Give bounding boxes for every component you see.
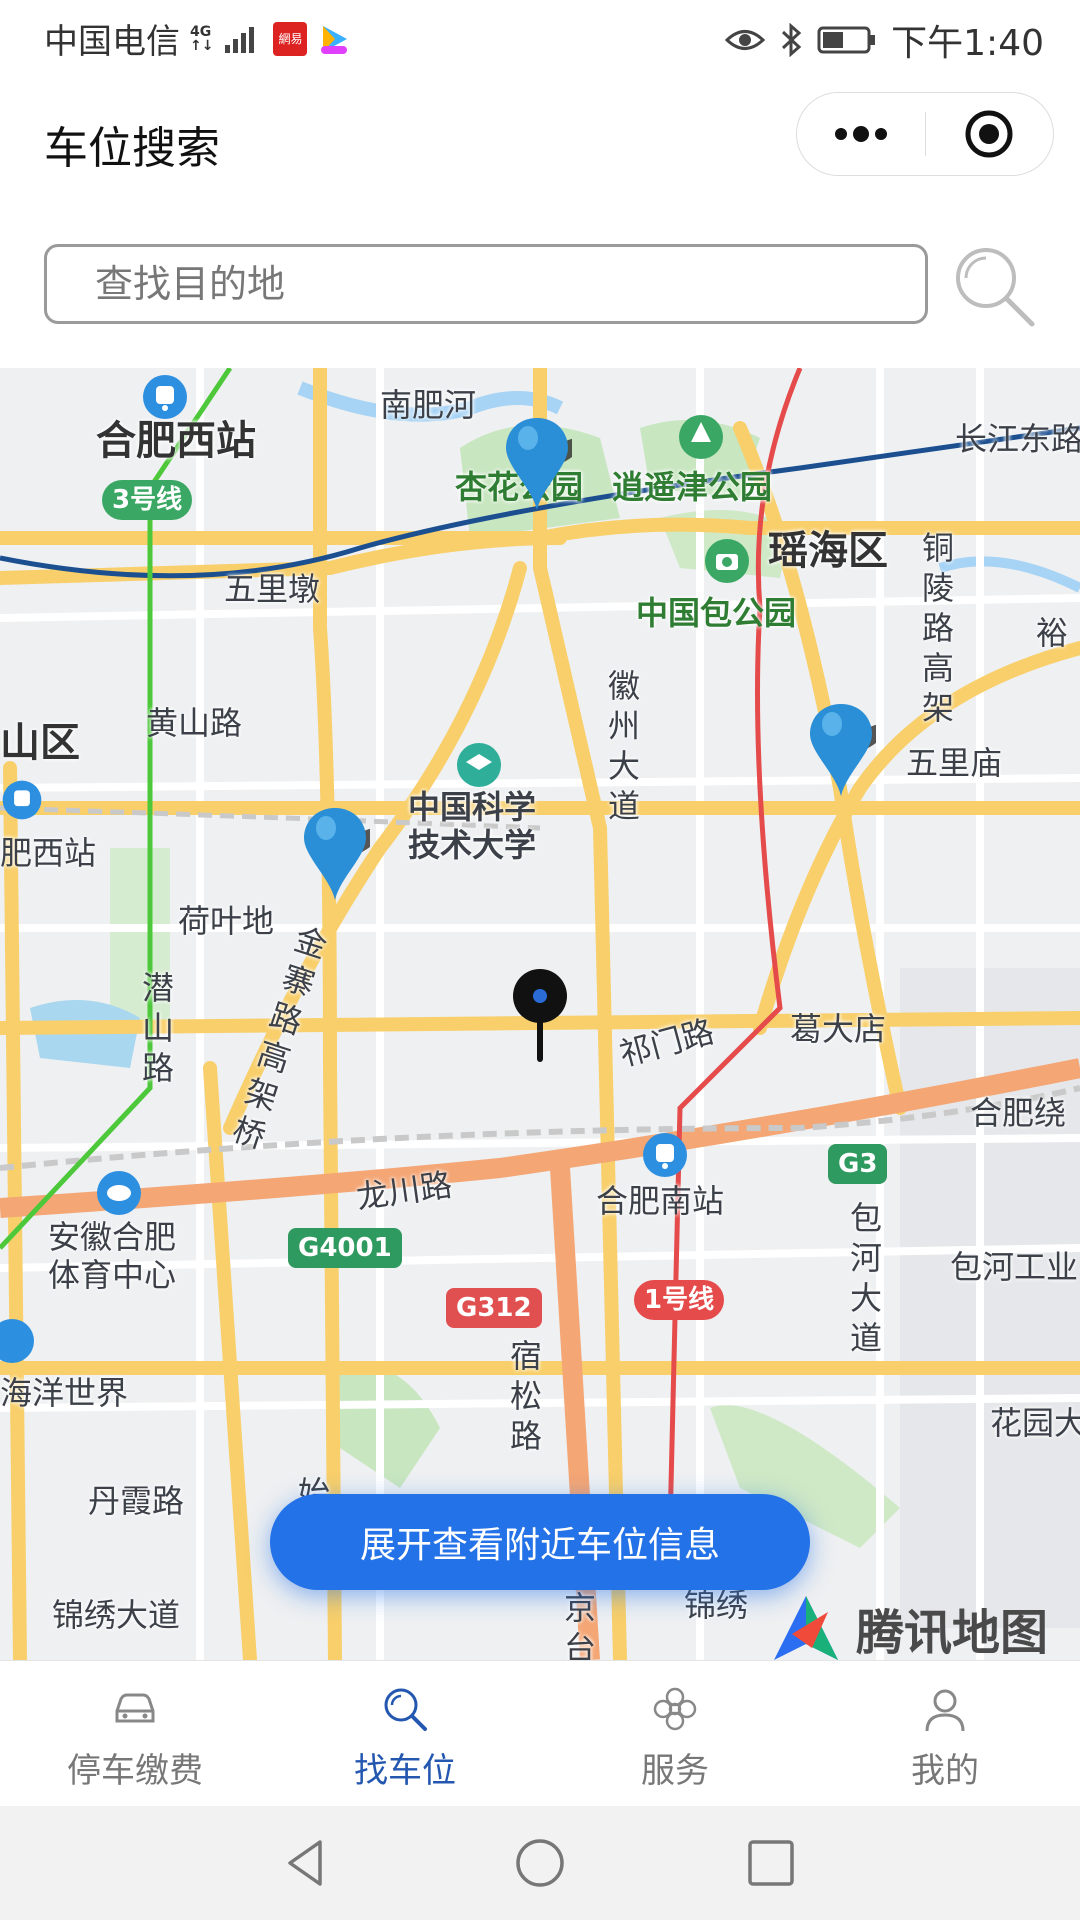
bottom-tab-bar: 停车缴费 找车位 服务 我的 xyxy=(0,1660,1080,1807)
more-button[interactable] xyxy=(797,92,925,176)
highway-badge: G312 xyxy=(446,1288,542,1328)
carrier-label: 中国电信 xyxy=(44,22,180,62)
map-label: 宿松路 xyxy=(509,1337,542,1455)
search-row xyxy=(0,202,1080,368)
more-dots-icon xyxy=(834,126,887,142)
park-icon xyxy=(679,415,723,459)
map-label: 锦绣大道 xyxy=(52,1596,181,1634)
home-circle-icon[interactable] xyxy=(513,1836,567,1890)
signal-icon xyxy=(225,26,255,53)
tab-label: 停车缴费 xyxy=(67,1751,203,1791)
search-icon xyxy=(384,1688,427,1731)
tab-services[interactable]: 服务 xyxy=(540,1661,810,1807)
highway-badge: G4001 xyxy=(288,1228,402,1268)
map-label: 潜山路 xyxy=(141,969,174,1087)
camera-icon xyxy=(705,539,749,583)
user-icon xyxy=(925,1689,965,1732)
map-label: 包河大道 xyxy=(849,1199,882,1357)
train-station-icon xyxy=(143,375,187,419)
metro-line-badge: 3号线 xyxy=(102,480,193,520)
video-app-icon xyxy=(321,25,348,54)
aquarium-icon xyxy=(0,1319,34,1363)
metro-line-badge: 1号线 xyxy=(634,1280,725,1320)
system-navigation-bar xyxy=(0,1806,1080,1920)
map-label: 包河工业 xyxy=(950,1248,1079,1286)
map-label: 裕 xyxy=(1036,614,1069,652)
map-label: 安徽合肥体育中心 xyxy=(48,1218,177,1294)
map-label: 瑶海区 xyxy=(768,528,888,574)
map-view[interactable]: 合肥西站 南肥河 杏花公园 逍遥津公园 长江东路 瑶海区 铜陵路高架 五里墩 中… xyxy=(0,368,1080,1660)
map-label: 丹霞路 xyxy=(88,1482,185,1520)
netease-app-icon: 網易 xyxy=(273,21,308,56)
highway-badge: G3 xyxy=(828,1144,888,1184)
map-label: 黄山路 xyxy=(146,704,243,742)
bluetooth-icon xyxy=(782,23,802,57)
title-bar: 车位搜索 xyxy=(0,72,1080,202)
map-label: 海洋世界 xyxy=(0,1374,129,1412)
map-label: 铜陵路高架 xyxy=(921,529,954,727)
parking-pin[interactable] xyxy=(806,700,876,800)
map-label: 五里庙 xyxy=(906,744,1003,782)
search-icon xyxy=(956,248,1035,327)
map-label: 合肥南站 xyxy=(596,1182,725,1220)
tab-parking-payment[interactable]: 停车缴费 xyxy=(0,1661,270,1807)
map-label: 葛大店 xyxy=(790,1010,887,1048)
flower-icon xyxy=(653,1687,697,1731)
map-label: 五里墩 xyxy=(224,570,321,608)
map-label: 徽州大道 xyxy=(607,667,640,825)
destination-search-input[interactable] xyxy=(44,244,928,324)
parking-pin[interactable] xyxy=(502,414,572,514)
battery-icon xyxy=(817,26,876,54)
current-location-pin xyxy=(513,969,567,1062)
stadium-icon xyxy=(97,1171,141,1215)
car-icon xyxy=(115,1693,155,1723)
recent-apps-square-icon[interactable] xyxy=(744,1836,798,1890)
train-station-icon xyxy=(2,780,42,820)
map-label: 中国科学技术大学 xyxy=(408,788,537,864)
search-button[interactable] xyxy=(950,242,1040,332)
tab-find-parking[interactable]: 找车位 xyxy=(270,1661,540,1807)
map-label: 中国包公园 xyxy=(636,594,797,632)
map-label: 合肥绕 xyxy=(970,1094,1067,1132)
clock: 下午1:40 xyxy=(891,23,1044,64)
map-label: 逍遥津公园 xyxy=(612,468,773,506)
map-label: 山区 xyxy=(0,720,80,766)
status-bar: 中国电信 4G ↑↓ 網易 下午1:40 xyxy=(0,0,1080,72)
network-type: 4G ↑↓ xyxy=(190,23,214,54)
back-triangle-icon[interactable] xyxy=(280,1836,334,1890)
tencent-map-logo: 腾讯地图 xyxy=(768,1590,1048,1660)
close-program-button[interactable] xyxy=(926,92,1054,176)
tab-label: 找车位 xyxy=(354,1751,456,1791)
status-left: 中国电信 4G ↑↓ 網易 xyxy=(44,14,351,63)
target-circle-icon xyxy=(965,110,1013,158)
school-icon xyxy=(457,743,501,787)
map-label: 京台 xyxy=(563,1589,596,1660)
map-label: 花园大 xyxy=(990,1404,1080,1442)
mini-program-capsule xyxy=(796,92,1054,176)
eye-icon xyxy=(725,30,766,50)
tab-mine[interactable]: 我的 xyxy=(810,1661,1080,1807)
train-station-icon xyxy=(643,1133,687,1177)
map-logo-text: 腾讯地图 xyxy=(856,1605,1049,1660)
map-label: 荷叶地 xyxy=(178,902,275,940)
status-right: 下午1:40 xyxy=(725,14,1044,66)
tab-label: 我的 xyxy=(911,1751,979,1791)
tab-label: 服务 xyxy=(641,1751,709,1791)
map-label: 肥西站 xyxy=(0,834,97,872)
expand-nearby-parking-button[interactable]: 展开查看附近车位信息 xyxy=(270,1494,810,1590)
parking-pin[interactable] xyxy=(300,804,370,904)
page-title: 车位搜索 xyxy=(44,123,220,174)
map-label: 长江东路 xyxy=(955,420,1080,458)
map-label: 南肥河 xyxy=(380,386,477,424)
tencent-map-logo-icon xyxy=(774,1596,838,1660)
